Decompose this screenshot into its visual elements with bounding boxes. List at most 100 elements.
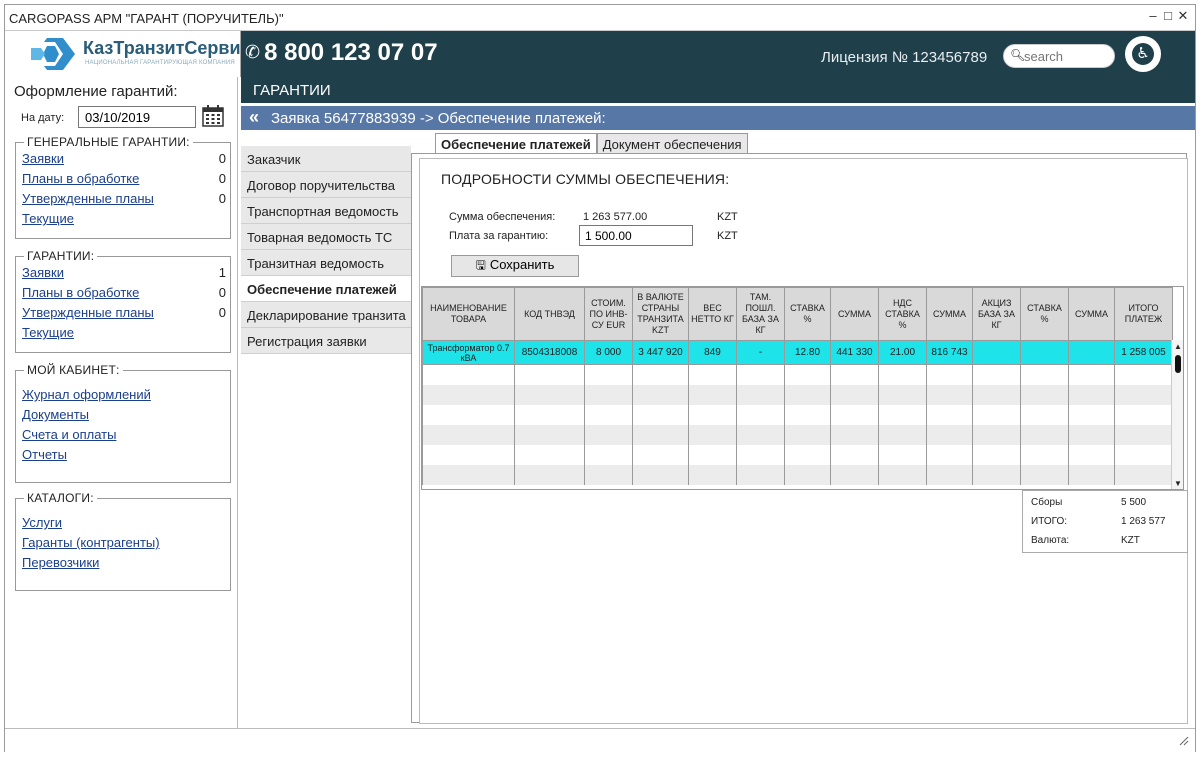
table-cell bbox=[584, 424, 633, 445]
table-cell: 849 bbox=[688, 340, 737, 365]
table-cell: 8 000 bbox=[584, 340, 633, 365]
table-cell bbox=[736, 364, 785, 385]
table-cell bbox=[1114, 464, 1173, 485]
fee-label: Плата за гарантию: bbox=[449, 230, 549, 242]
scroll-up-icon[interactable]: ▲ bbox=[1174, 342, 1182, 351]
table-cell bbox=[972, 424, 1021, 445]
link-general-plans-processing[interactable]: Планы в обработке bbox=[22, 171, 139, 186]
link-plans-processing[interactable]: Планы в обработке bbox=[22, 285, 139, 300]
tab-bar: Обеспечение платежей Документ обеспечения bbox=[435, 133, 748, 156]
column-header[interactable]: ИТОГО ПЛАТЕЖ bbox=[1114, 287, 1173, 341]
table-row[interactable] bbox=[422, 384, 1173, 405]
search-input[interactable] bbox=[1024, 48, 1110, 65]
table-cell bbox=[784, 404, 831, 425]
table-row[interactable] bbox=[422, 424, 1173, 445]
table-cell bbox=[632, 424, 689, 445]
table-cell bbox=[632, 384, 689, 405]
table-cell bbox=[830, 404, 879, 425]
accessibility-button[interactable]: ♿︎ bbox=[1123, 34, 1163, 74]
minimize-icon[interactable]: ‒ bbox=[1147, 8, 1159, 24]
link-carriers[interactable]: Перевозчики bbox=[22, 555, 99, 570]
table-cell bbox=[688, 464, 737, 485]
search-box[interactable]: 🔍︎ bbox=[1003, 44, 1115, 68]
tab-security-document[interactable]: Документ обеспечения bbox=[596, 133, 748, 155]
table-row[interactable]: Трансформатор 0.7 кВА 8504318008 8 000 3 44… bbox=[422, 340, 1173, 365]
close-icon[interactable]: ✕ bbox=[1177, 8, 1189, 24]
save-button[interactable]: 🖫 Сохранить bbox=[451, 255, 579, 277]
table-cell bbox=[1068, 444, 1115, 465]
link-general-requests[interactable]: Заявки bbox=[22, 151, 64, 166]
link-documents[interactable]: Документы bbox=[22, 407, 89, 422]
table-cell bbox=[514, 364, 585, 385]
table-cell bbox=[1020, 384, 1069, 405]
nav-item[interactable]: Регистрация заявки bbox=[241, 328, 411, 354]
table-row[interactable] bbox=[422, 404, 1173, 425]
scroll-thumb[interactable] bbox=[1175, 355, 1181, 373]
column-header[interactable]: АКЦИЗ БАЗА ЗА КГ bbox=[972, 287, 1021, 341]
resize-grip-icon[interactable] bbox=[1179, 736, 1189, 746]
column-header[interactable]: НДС СТАВКА % bbox=[878, 287, 927, 341]
table-cell bbox=[1068, 424, 1115, 445]
title-bar: CARGOPASS АРМ "ГАРАНТ (ПОРУЧИТЕЛЬ)" ‒ □ … bbox=[5, 5, 1195, 31]
table-cell bbox=[784, 424, 831, 445]
link-general-plans-approved[interactable]: Утвержденные планы bbox=[22, 191, 154, 206]
count-plans-approved: 0 bbox=[218, 305, 226, 320]
accessibility-icon: ♿︎ bbox=[1132, 43, 1154, 65]
date-field[interactable] bbox=[78, 106, 196, 128]
table-cell bbox=[926, 384, 973, 405]
column-header[interactable]: НАИМЕНОВАНИЕ ТОВАРА bbox=[422, 287, 515, 341]
calendar-icon[interactable] bbox=[202, 105, 224, 127]
nav-item[interactable]: Обеспечение платежей bbox=[241, 276, 411, 302]
table-cell bbox=[830, 364, 879, 385]
table-cell bbox=[688, 424, 737, 445]
link-guarantors[interactable]: Гаранты (контрагенты) bbox=[22, 535, 160, 550]
fee-field[interactable] bbox=[579, 225, 693, 246]
column-header[interactable]: СУММА bbox=[926, 287, 973, 341]
table-cell: Трансформатор 0.7 кВА bbox=[422, 340, 515, 365]
link-services[interactable]: Услуги bbox=[22, 515, 62, 530]
link-general-current[interactable]: Текущие bbox=[22, 211, 74, 226]
table-cell bbox=[1114, 384, 1173, 405]
table-cell bbox=[1068, 404, 1115, 425]
column-header[interactable]: В ВАЛЮТЕ СТРАНЫ ТРАНЗИТА KZT bbox=[632, 287, 689, 341]
table-cell bbox=[422, 464, 515, 485]
column-header[interactable]: СУММА bbox=[830, 287, 879, 341]
nav-item[interactable]: Товарная ведомость ТС bbox=[241, 224, 411, 250]
save-label: Сохранить bbox=[489, 257, 555, 272]
table-cell bbox=[1020, 444, 1069, 465]
nav-item[interactable]: Транзитная ведомость bbox=[241, 250, 411, 276]
link-invoices[interactable]: Счета и оплаты bbox=[22, 427, 116, 442]
table-cell bbox=[926, 364, 973, 385]
back-icon[interactable]: « bbox=[249, 107, 259, 128]
payments-grid: НАИМЕНОВАНИЕ ТОВАРА КОД ТНВЭД СТОИМ. ПО ИН… bbox=[422, 287, 1173, 485]
table-cell: 816 743 bbox=[926, 340, 973, 365]
table-scrollbar[interactable]: ▲ ▼ bbox=[1171, 340, 1183, 489]
table-cell bbox=[972, 404, 1021, 425]
column-header[interactable]: КОД ТНВЭД bbox=[514, 287, 585, 341]
nav-item[interactable]: Договор поручительства bbox=[241, 172, 411, 198]
scroll-down-icon[interactable]: ▼ bbox=[1174, 479, 1182, 488]
link-reports[interactable]: Отчеты bbox=[22, 447, 67, 462]
column-header[interactable]: СТАВКА % bbox=[1020, 287, 1069, 341]
link-journal[interactable]: Журнал оформлений bbox=[22, 387, 151, 402]
table-row[interactable] bbox=[422, 364, 1173, 385]
table-cell bbox=[422, 424, 515, 445]
column-header[interactable]: ТАМ. ПОШЛ. БАЗА ЗА КГ bbox=[736, 287, 785, 341]
link-plans-approved[interactable]: Утвержденные планы bbox=[22, 305, 154, 320]
table-row[interactable] bbox=[422, 464, 1173, 485]
maximize-icon[interactable]: □ bbox=[1162, 8, 1174, 24]
count-general-plans-processing: 0 bbox=[218, 171, 226, 186]
nav-item[interactable]: Заказчик bbox=[241, 146, 411, 172]
table-row[interactable] bbox=[422, 444, 1173, 465]
search-icon: 🔍︎ bbox=[1010, 48, 1026, 62]
nav-item[interactable]: Декларирование транзита bbox=[241, 302, 411, 328]
link-current[interactable]: Текущие bbox=[22, 325, 74, 340]
nav-item[interactable]: Транспортная ведомость bbox=[241, 198, 411, 224]
column-header[interactable]: ВЕС НЕТТО КГ bbox=[688, 287, 737, 341]
column-header[interactable]: СТОИМ. ПО ИНВ-СУ EUR bbox=[584, 287, 633, 341]
table-cell bbox=[688, 364, 737, 385]
table-cell bbox=[422, 384, 515, 405]
column-header[interactable]: СУММА bbox=[1068, 287, 1115, 341]
column-header[interactable]: СТАВКА % bbox=[784, 287, 831, 341]
link-requests[interactable]: Заявки bbox=[22, 265, 64, 280]
